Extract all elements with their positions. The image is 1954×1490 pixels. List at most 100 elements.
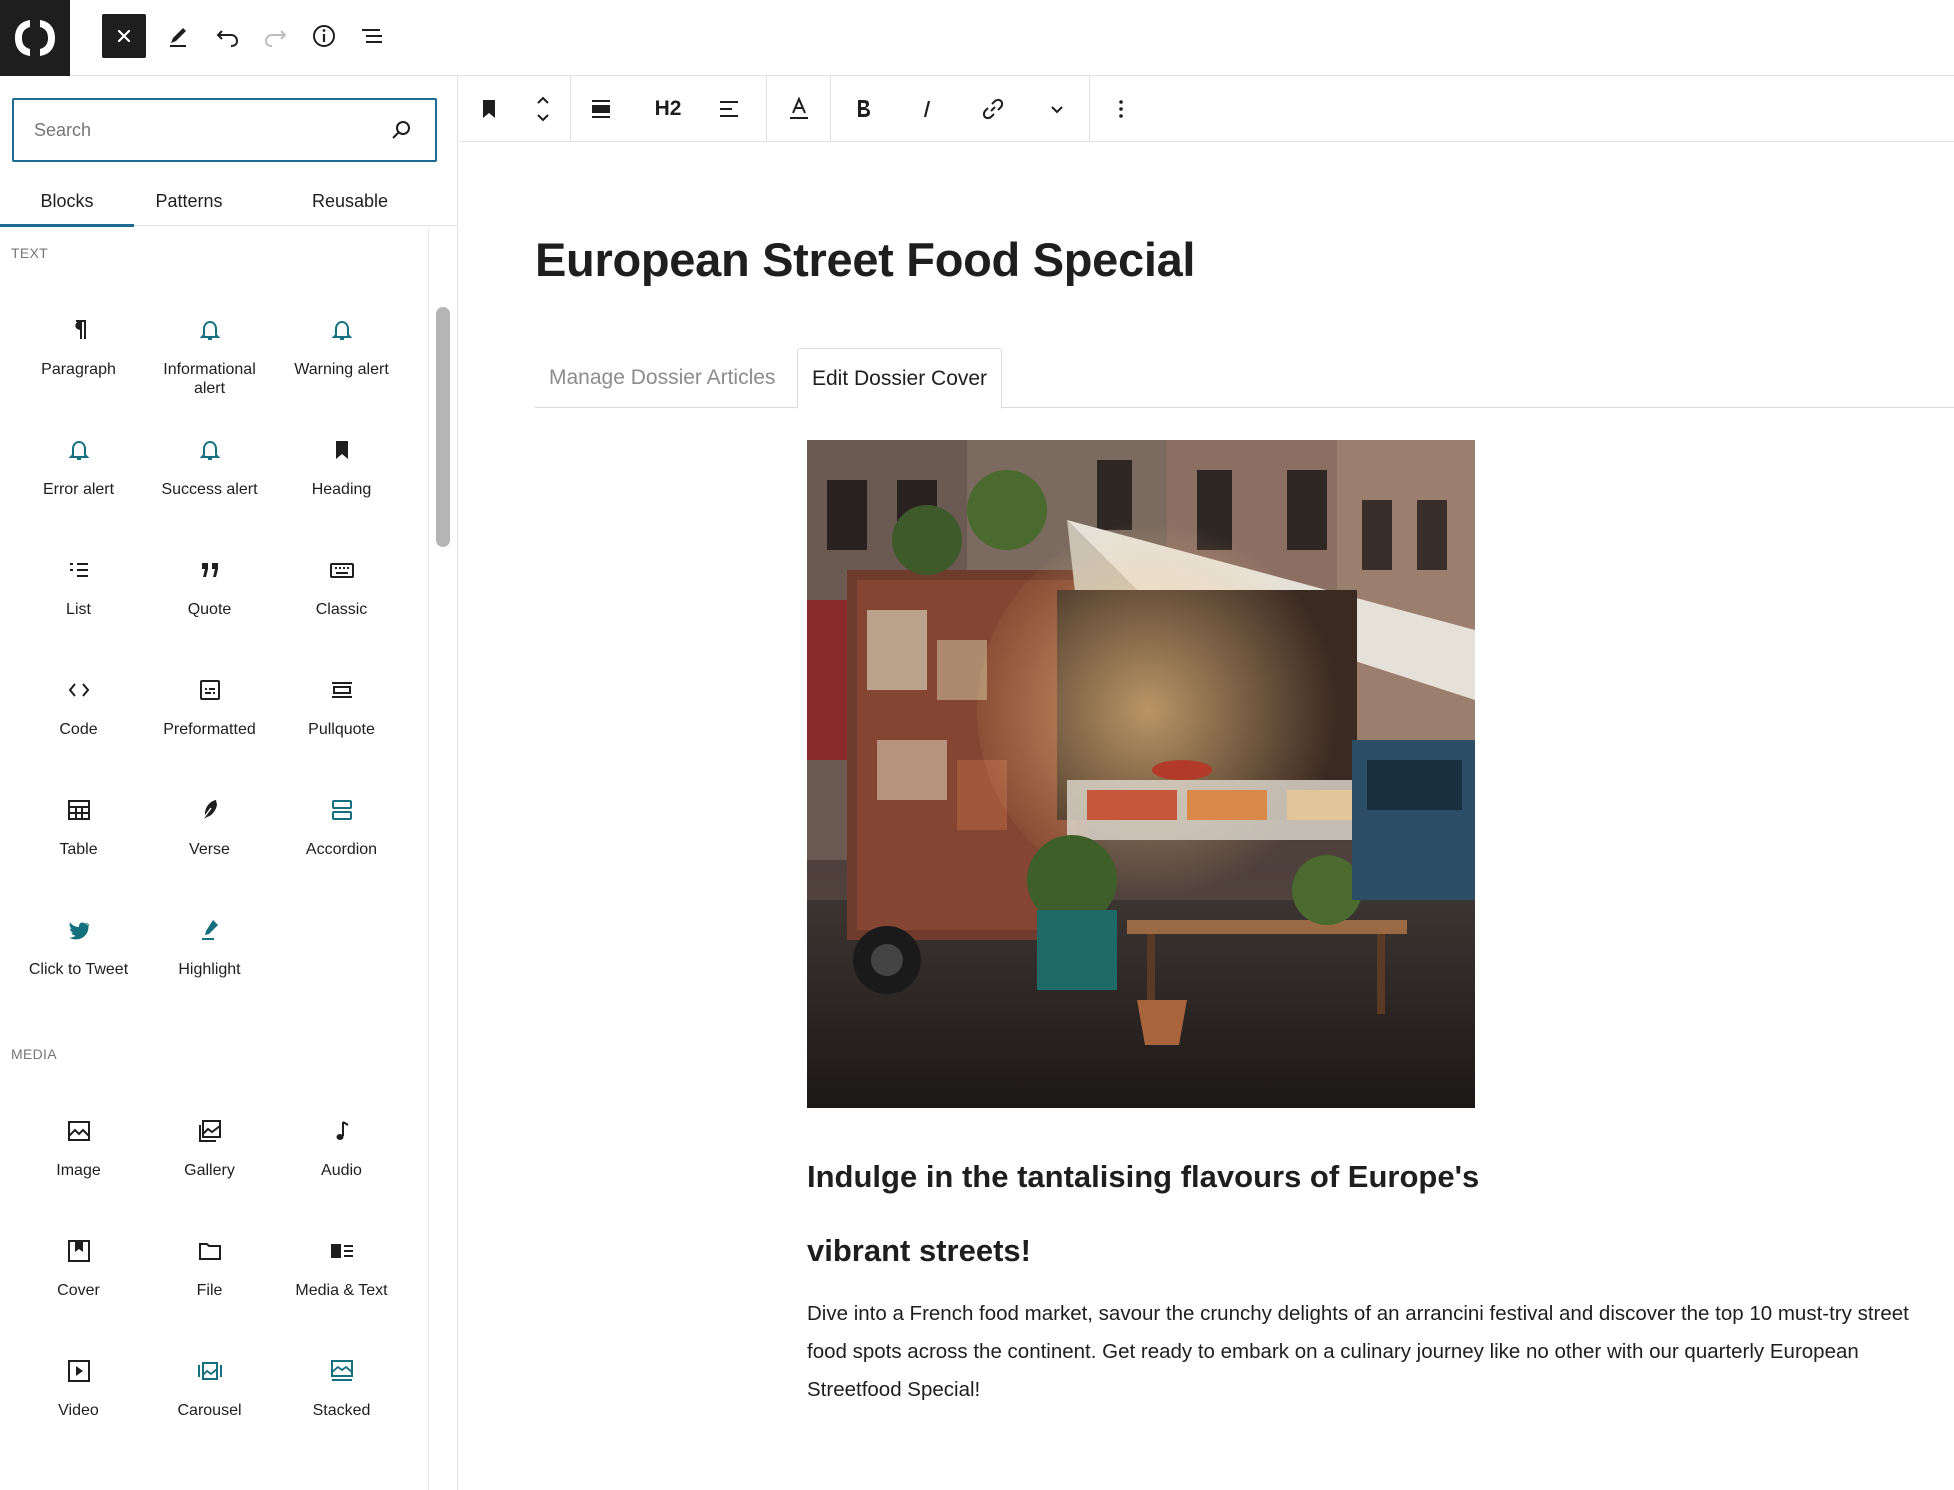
quote-icon (194, 554, 226, 586)
block-item-label: Accordion (305, 841, 378, 858)
bold-button[interactable] (841, 87, 885, 131)
block-item-list[interactable]: List (13, 530, 144, 640)
block-item-label: File (196, 1282, 223, 1299)
block-item-stacked[interactable]: Stacked (276, 1331, 407, 1441)
block-item-error-alert[interactable]: Error alert (13, 410, 144, 520)
tab-blocks[interactable]: Blocks (0, 176, 134, 227)
block-item-label: Paragraph (41, 361, 116, 378)
move-block-button[interactable] (521, 87, 565, 131)
info-icon (313, 25, 335, 47)
block-type-button[interactable] (467, 87, 511, 131)
pullquote-icon (326, 674, 358, 706)
block-item-label: Preformatted (163, 721, 256, 738)
block-item-warning-alert[interactable]: Warning alert (276, 290, 407, 400)
block-item-label: List (66, 601, 91, 618)
list-view-button[interactable] (350, 14, 394, 58)
block-item-paragraph[interactable]: Paragraph (13, 290, 144, 400)
cover-heading[interactable]: Indulge in the tantalising flavours of E… (807, 1140, 1527, 1288)
block-item-highlight[interactable]: Highlight (144, 890, 275, 1000)
inserter-tabs: Blocks Patterns Reusable (0, 176, 458, 227)
link-button[interactable] (971, 87, 1015, 131)
block-item-informational-alert[interactable]: Informational alert (144, 290, 275, 400)
undo-icon (216, 30, 239, 47)
tab-manage-dossier-articles[interactable]: Manage Dossier Articles (535, 348, 789, 408)
cover-icon (63, 1235, 95, 1267)
block-item-cover[interactable]: Cover (13, 1211, 144, 1321)
stacked-icon (326, 1355, 358, 1387)
block-item-gallery[interactable]: Gallery (144, 1091, 275, 1201)
block-item-label: Image (56, 1162, 101, 1179)
more-formatting-button[interactable] (1035, 87, 1079, 131)
post-title[interactable]: European Street Food Special (535, 232, 1195, 287)
bell-icon (63, 434, 95, 466)
block-item-label: Media & Text (295, 1282, 388, 1299)
undo-button[interactable] (205, 14, 249, 58)
align-wide-button[interactable] (579, 87, 623, 131)
block-item-table[interactable]: Table (13, 770, 144, 880)
block-item-media-text[interactable]: Media & Text (276, 1211, 407, 1321)
block-item-success-alert[interactable]: Success alert (144, 410, 275, 520)
cover-image[interactable] (807, 440, 1475, 1108)
accordion-icon (326, 794, 358, 826)
block-list: TEXT Paragraph Informational alert Warning … (0, 227, 428, 1490)
folder-icon (194, 1235, 226, 1267)
block-item-accordion[interactable]: Accordion (276, 770, 407, 880)
preformatted-icon (194, 674, 226, 706)
close-inserter-button[interactable] (102, 14, 146, 58)
music-note-icon (326, 1115, 358, 1147)
more-options-icon (1119, 100, 1123, 118)
tab-edit-dossier-cover[interactable]: Edit Dossier Cover (797, 348, 1003, 409)
highlighter-icon (194, 914, 226, 946)
gallery-icon (194, 1115, 226, 1147)
block-options-button[interactable] (1099, 87, 1143, 131)
brand-logo-icon (15, 20, 55, 56)
block-item-quote[interactable]: Quote (144, 530, 275, 640)
video-icon (63, 1355, 95, 1387)
block-item-label: Classic (315, 601, 368, 618)
cover-paragraph[interactable]: Dive into a French food market, savour t… (807, 1295, 1937, 1409)
feather-icon (194, 794, 226, 826)
tab-patterns[interactable]: Patterns (134, 176, 244, 226)
block-item-video[interactable]: Video (13, 1331, 144, 1441)
block-item-code[interactable]: Code (13, 650, 144, 760)
redo-button[interactable] (254, 14, 298, 58)
tab-reusable[interactable]: Reusable (270, 176, 430, 226)
block-item-label: Gallery (184, 1162, 235, 1179)
block-item-file[interactable]: File (144, 1211, 275, 1321)
details-button[interactable] (302, 14, 346, 58)
brand-logo[interactable] (0, 0, 70, 76)
bold-icon (858, 100, 870, 117)
align-wide-icon (592, 100, 610, 118)
block-item-preformatted[interactable]: Preformatted (144, 650, 275, 760)
block-item-label: Pullquote (308, 721, 375, 738)
sidebar-scrollbar[interactable] (428, 227, 457, 1490)
search-icon (392, 121, 410, 139)
dossier-tabs: Manage Dossier Articles Edit Dossier Cov… (535, 348, 1954, 409)
bookmark-icon (326, 434, 358, 466)
block-item-label: Quote (187, 601, 232, 618)
block-item-image[interactable]: Image (13, 1091, 144, 1201)
category-label-text: TEXT (11, 245, 48, 261)
heading-level-button[interactable]: H2 (641, 87, 695, 131)
block-item-carousel[interactable]: Carousel (144, 1331, 275, 1441)
close-icon (117, 29, 131, 43)
scrollbar-thumb[interactable] (436, 307, 450, 547)
block-item-label: Highlight (178, 961, 241, 978)
block-item-pullquote[interactable]: Pullquote (276, 650, 407, 760)
search-field[interactable] (12, 98, 437, 162)
block-item-label: Warning alert (294, 361, 389, 378)
text-color-button[interactable] (777, 87, 821, 131)
align-text-button[interactable] (707, 87, 751, 131)
block-item-label: Verse (189, 841, 230, 858)
italic-button[interactable] (905, 87, 949, 131)
block-item-click-to-tweet[interactable]: Click to Tweet (13, 890, 144, 1000)
chevron-down-icon (1051, 106, 1063, 114)
carousel-icon (194, 1355, 226, 1387)
block-item-audio[interactable]: Audio (276, 1091, 407, 1201)
block-item-heading[interactable]: Heading (276, 410, 407, 520)
block-item-label: Code (59, 721, 98, 738)
tools-button[interactable] (156, 14, 200, 58)
block-item-verse[interactable]: Verse (144, 770, 275, 880)
search-input[interactable] (14, 100, 374, 160)
block-item-classic[interactable]: Classic (276, 530, 407, 640)
